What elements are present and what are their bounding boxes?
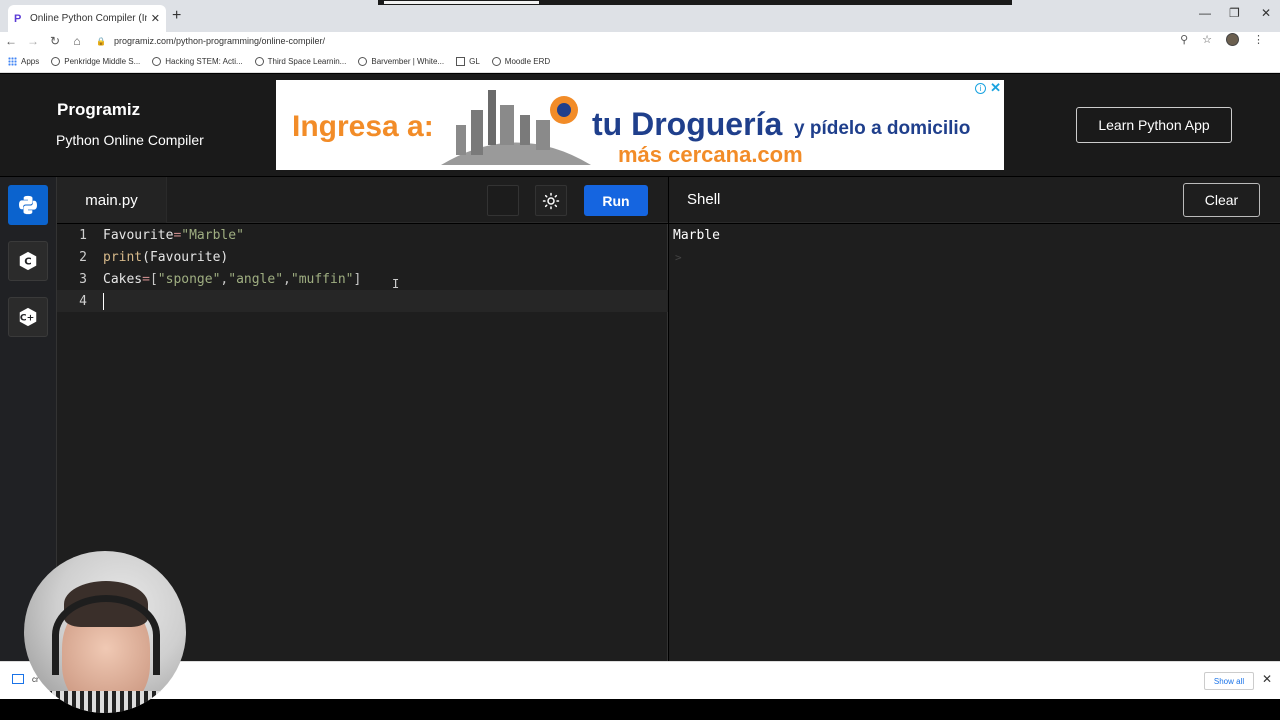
page-subtitle: Python Online Compiler: [56, 132, 204, 148]
headset-icon: [52, 595, 160, 675]
webcam-overlay: [24, 551, 186, 713]
code-token: "sponge": [157, 271, 221, 287]
code-token: "angle": [228, 271, 284, 287]
code-token: (Favourite): [142, 249, 229, 265]
line-number: 2: [79, 249, 87, 265]
show-all-button[interactable]: Show all: [1204, 672, 1254, 690]
code-line-current[interactable]: 4: [57, 290, 668, 312]
apps-grid-icon: [8, 56, 17, 66]
city-skyline-icon: [441, 90, 591, 165]
window-close-icon[interactable]: ✕: [1261, 6, 1271, 20]
code-token: print: [103, 249, 143, 265]
globe-icon: [51, 56, 61, 66]
ad-text: y pídelo a domicilio: [794, 118, 971, 139]
shell-output-text: Marble: [673, 228, 720, 243]
programiz-logo[interactable]: Programiz: [57, 100, 140, 120]
globe-icon: [358, 56, 368, 66]
profile-avatar[interactable]: [1226, 33, 1239, 46]
home-icon[interactable]: ⌂: [66, 34, 88, 48]
download-file-icon: [12, 674, 24, 684]
code-token: "Marble": [181, 227, 244, 243]
ad-text: tu Droguería: [592, 106, 783, 142]
downloads-bar: cr Show all ✕: [0, 661, 1280, 699]
ad-text: más cercana.com: [618, 142, 803, 167]
globe-icon: [152, 56, 162, 66]
code-line[interactable]: 2 print(Favourite): [57, 246, 668, 268]
code-token: Cakes: [103, 271, 143, 287]
tab-title: Online Python Compiler (Interpr: [30, 13, 147, 24]
python-language-button[interactable]: [8, 185, 48, 225]
file-tab-main[interactable]: main.py: [57, 177, 167, 223]
text-caret: [103, 293, 104, 310]
downloads-close-icon[interactable]: ✕: [1262, 672, 1272, 686]
code-line[interactable]: 3 Cakes=["sponge","angle","muffin"]: [57, 268, 668, 290]
c-icon: C: [19, 251, 37, 271]
globe-icon: [456, 56, 466, 66]
address-bar: ← → ↻ ⌂ 🔒 programiz.com/python-programmi…: [0, 32, 1280, 50]
cpp-language-button[interactable]: C+: [8, 297, 48, 337]
presenter-shirt: [24, 691, 186, 713]
browser-tab[interactable]: P Online Python Compiler (Interpr ✕: [8, 5, 166, 32]
line-number: 1: [79, 227, 87, 243]
bookmark-item[interactable]: Penkridge Middle S...: [51, 56, 140, 66]
theme-toggle-button[interactable]: [535, 185, 567, 216]
forward-icon[interactable]: →: [22, 34, 44, 48]
c-language-button[interactable]: C: [8, 241, 48, 281]
cpp-icon: C+: [19, 307, 37, 327]
ad-info-icon[interactable]: i: [975, 83, 986, 94]
globe-icon: [254, 56, 264, 66]
url-field[interactable]: 🔒 programiz.com/python-programming/onlin…: [96, 33, 1228, 49]
bookmark-item[interactable]: Barvember | White...: [358, 56, 444, 66]
star-icon[interactable]: ☆: [1202, 33, 1212, 46]
top-strip: [378, 0, 1012, 5]
learn-python-app-button[interactable]: Learn Python App: [1076, 107, 1232, 143]
minimize-icon[interactable]: —: [1199, 6, 1211, 20]
code-line[interactable]: 1 Favourite="Marble": [57, 224, 668, 246]
code-token: Favourite: [103, 227, 174, 243]
ad-text: Ingresa a:: [292, 110, 434, 143]
bookmark-item[interactable]: Moodle ERD: [491, 56, 550, 66]
editor-toolbar: main.py Run: [57, 177, 668, 223]
ad-close-icon[interactable]: ✕: [990, 80, 1001, 96]
screen-bottom-bar: [0, 699, 1280, 720]
shell-prompt: >: [675, 251, 682, 264]
svg-text:C: C: [24, 257, 31, 268]
toolbar-blank-button[interactable]: [487, 185, 519, 216]
zoom-icon[interactable]: ⚲: [1180, 33, 1188, 46]
code-token: [: [149, 271, 158, 287]
bookmark-apps[interactable]: Apps: [8, 56, 39, 66]
globe-icon: [491, 56, 501, 66]
clear-button[interactable]: Clear: [1183, 183, 1260, 217]
python-icon: [19, 195, 37, 215]
new-tab-icon[interactable]: +: [172, 7, 181, 25]
code-token: "muffin": [290, 271, 354, 287]
url-text: programiz.com/python-programming/online-…: [113, 36, 326, 46]
code-token: ]: [353, 271, 362, 287]
back-icon[interactable]: ←: [0, 34, 22, 48]
line-number: 3: [79, 271, 87, 287]
programiz-favicon-icon: P: [14, 12, 22, 25]
restore-icon[interactable]: ❐: [1229, 6, 1240, 20]
code-token: =: [142, 271, 150, 287]
line-number: 4: [79, 293, 87, 309]
advertisement-banner[interactable]: Ingresa a: tu Droguería y pídelo a domic…: [276, 80, 1004, 170]
shell-toolbar: Shell Clear: [669, 177, 1280, 223]
ibeam-cursor-icon: I: [392, 277, 400, 291]
bookmark-item[interactable]: Third Space Learnin...: [254, 56, 346, 66]
code-token: ,: [283, 271, 291, 287]
lock-icon: 🔒: [96, 36, 106, 46]
bookmark-item[interactable]: Hacking STEM: Acti...: [152, 56, 243, 66]
sun-icon: [542, 192, 560, 209]
bookmark-item[interactable]: GL: [456, 56, 480, 66]
menu-icon[interactable]: ⋮: [1253, 33, 1264, 46]
svg-text:C+: C+: [20, 313, 34, 324]
shell-title: Shell: [687, 191, 721, 208]
run-button[interactable]: Run: [584, 185, 648, 216]
reload-icon[interactable]: ↻: [44, 34, 66, 48]
shell-output[interactable]: Marble >: [669, 224, 1280, 661]
bookmarks-bar: Apps Penkridge Middle S... Hacking STEM:…: [0, 50, 1280, 73]
tab-close-icon[interactable]: ✕: [151, 12, 160, 25]
